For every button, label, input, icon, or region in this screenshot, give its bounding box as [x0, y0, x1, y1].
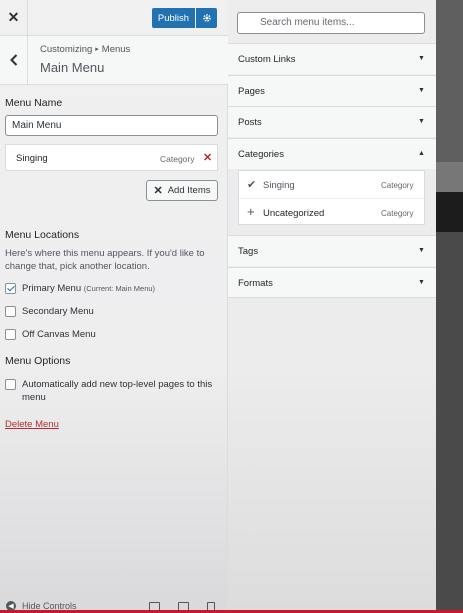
- publish-button[interactable]: Publish: [152, 8, 195, 28]
- categories-list: ✔ Singing Category + Uncategorized Categ…: [238, 170, 425, 225]
- auto-add-pages-checkbox[interactable]: [5, 379, 16, 390]
- page-title: Main Menu: [40, 60, 105, 75]
- location-label: Off Canvas Menu: [22, 329, 96, 340]
- add-items-button[interactable]: ✕ Add Items: [146, 180, 218, 201]
- category-type: Category: [381, 181, 414, 190]
- location-label: Secondary Menu: [22, 306, 94, 317]
- delete-menu-link[interactable]: Delete Menu: [5, 419, 59, 430]
- menu-locations-heading: Menu Locations: [5, 229, 80, 241]
- preview-band: [436, 192, 463, 232]
- back-arrow-icon[interactable]: [0, 36, 28, 84]
- auto-add-pages-label: Automatically add new top-level pages to…: [22, 379, 213, 403]
- section-label: Pages: [238, 86, 265, 97]
- remove-item-icon[interactable]: ✕: [203, 151, 212, 164]
- search-menu-items-input[interactable]: Search menu items...: [237, 12, 425, 34]
- secondary-menu-checkbox[interactable]: [5, 306, 16, 317]
- section-label: Tags: [238, 246, 259, 257]
- location-primary-menu[interactable]: Primary Menu (Current: Main Menu): [5, 283, 155, 294]
- menu-item-singing[interactable]: Singing Category ✕: [5, 144, 218, 171]
- menu-item-name: Singing: [16, 153, 48, 164]
- menu-locations-description: Here's where this menu appears. If you'd…: [5, 248, 205, 272]
- add-items-label: Add Items: [167, 185, 211, 196]
- section-posts[interactable]: Posts ▼: [228, 106, 436, 137]
- section-label: Posts: [238, 117, 262, 128]
- preview-band: [436, 162, 463, 192]
- gear-icon[interactable]: [196, 8, 217, 28]
- close-icon[interactable]: ✕: [0, 0, 28, 35]
- section-tags[interactable]: Tags ▼: [228, 235, 436, 266]
- section-categories[interactable]: Categories ▲: [228, 138, 436, 169]
- section-header: Customizing ▸ Menus Main Menu: [0, 36, 228, 85]
- primary-menu-checkbox[interactable]: [5, 283, 16, 294]
- menu-item-type: Category: [160, 154, 195, 164]
- auto-add-pages-option[interactable]: Automatically add new top-level pages to…: [5, 378, 215, 404]
- breadcrumb-separator: ▸: [95, 46, 99, 53]
- close-icon: ✕: [153, 185, 163, 197]
- chevron-down-icon: ▼: [418, 87, 425, 94]
- category-type: Category: [381, 209, 414, 218]
- location-off-canvas-menu[interactable]: Off Canvas Menu: [5, 329, 96, 340]
- chevron-down-icon: ▼: [418, 279, 425, 286]
- customizer-topbar: ✕ Publish: [0, 0, 228, 36]
- location-secondary-menu[interactable]: Secondary Menu: [5, 306, 94, 317]
- site-preview[interactable]: [436, 0, 463, 613]
- section-formats[interactable]: Formats ▼: [228, 267, 436, 298]
- category-name: Uncategorized: [263, 208, 325, 219]
- list-item[interactable]: + Uncategorized Category: [239, 198, 424, 225]
- section-pages[interactable]: Pages ▼: [228, 75, 436, 106]
- list-item[interactable]: ✔ Singing Category: [239, 171, 424, 198]
- location-label: Primary Menu (Current: Main Menu): [22, 283, 156, 294]
- section-label: Custom Links: [238, 54, 296, 65]
- chevron-down-icon: ▼: [418, 118, 425, 125]
- menu-name-field[interactable]: Main Menu: [5, 115, 218, 136]
- off-canvas-menu-checkbox[interactable]: [5, 329, 16, 340]
- menu-name-label: Menu Name: [5, 97, 63, 109]
- breadcrumb: Customizing ▸ Menus: [40, 44, 130, 55]
- category-name: Singing: [263, 180, 295, 191]
- menu-options-heading: Menu Options: [5, 355, 71, 367]
- section-label: Categories: [238, 149, 284, 160]
- section-label: Formats: [238, 278, 273, 289]
- chevron-down-icon: ▼: [418, 55, 425, 62]
- breadcrumb-section: Menus: [101, 44, 131, 55]
- chevron-up-icon: ▲: [418, 150, 425, 157]
- breadcrumb-root: Customizing: [40, 44, 93, 55]
- preview-band: [436, 232, 463, 613]
- plus-icon: +: [247, 204, 255, 219]
- section-custom-links[interactable]: Custom Links ▼: [228, 43, 436, 74]
- chevron-down-icon: ▼: [418, 247, 425, 254]
- checkmark-icon: ✔: [247, 179, 257, 191]
